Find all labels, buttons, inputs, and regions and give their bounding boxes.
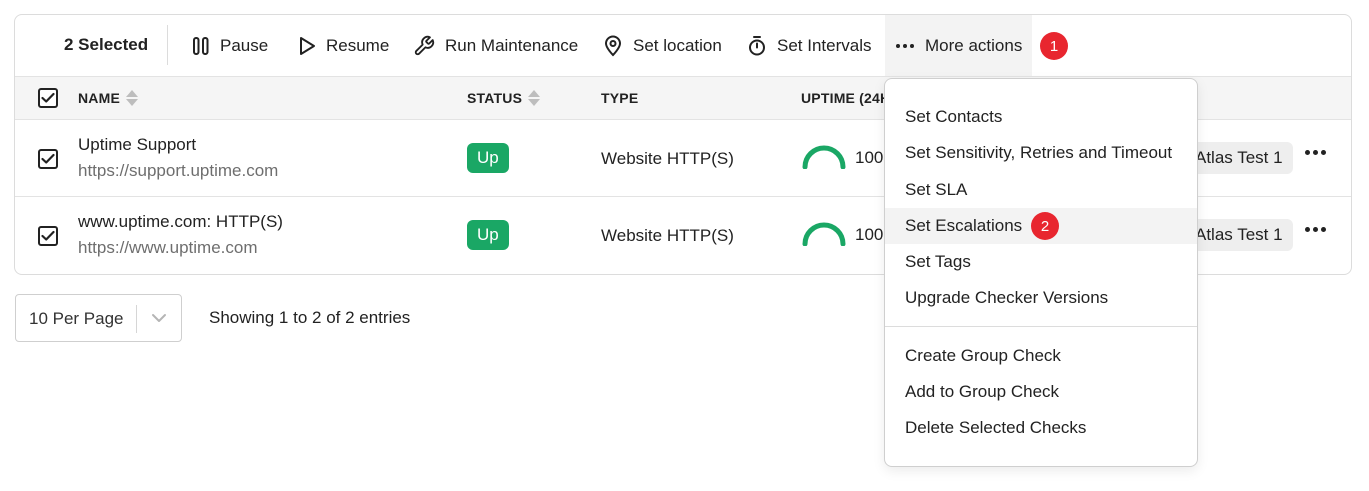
- check-name[interactable]: www.uptime.com: HTTP(S): [78, 212, 283, 232]
- column-header-uptime: UPTIME (24H): [801, 77, 895, 119]
- resume-button[interactable]: Resume: [298, 15, 389, 76]
- checkmark-icon: [41, 92, 55, 103]
- per-page-select[interactable]: 10 Per Page: [15, 294, 182, 342]
- menu-item-add-to-group-check[interactable]: Add to Group Check: [885, 374, 1197, 410]
- uptime-gauge-icon: [802, 145, 846, 169]
- stopwatch-icon: [749, 35, 765, 55]
- wrench-icon: [414, 35, 435, 55]
- status-badge: Up: [467, 143, 509, 173]
- menu-item-set-sla[interactable]: Set SLA: [885, 172, 1197, 208]
- row-checkbox[interactable]: [38, 149, 58, 169]
- menu-item-set-sensitivity[interactable]: Set Sensitivity, Retries and Timeout: [885, 135, 1197, 171]
- select-divider: [136, 305, 137, 333]
- row-actions-menu-icon[interactable]: [1305, 227, 1326, 232]
- uptime-gauge-icon: [802, 222, 846, 246]
- check-type: Website HTTP(S): [601, 149, 734, 168]
- select-all-checkbox[interactable]: [38, 88, 58, 108]
- check-name-cell[interactable]: Uptime Support https://support.uptime.co…: [78, 135, 278, 181]
- resume-label: Resume: [326, 35, 390, 55]
- more-actions-dropdown: Set Contacts Set Sensitivity, Retries an…: [884, 78, 1198, 467]
- entries-info: Showing 1 to 2 of 2 entries: [209, 308, 411, 327]
- pause-icon: [193, 36, 209, 55]
- column-header-type: TYPE: [601, 77, 638, 119]
- column-header-uptime-label: UPTIME (24H): [801, 90, 896, 106]
- more-actions-label: More actions: [925, 35, 1023, 55]
- step-badge-2: 2: [1031, 212, 1059, 240]
- check-url: https://www.uptime.com: [78, 238, 258, 257]
- status-badge: Up: [467, 220, 509, 250]
- menu-item-set-contacts[interactable]: Set Contacts: [885, 99, 1197, 135]
- menu-item-create-group-check[interactable]: Create Group Check: [885, 338, 1197, 374]
- chevron-down-icon: [152, 314, 166, 322]
- column-header-type-label: TYPE: [601, 90, 639, 106]
- run-maintenance-button[interactable]: Run Maintenance: [413, 15, 578, 76]
- selected-count: 2 Selected: [64, 35, 149, 54]
- column-header-status[interactable]: STATUS: [467, 77, 541, 119]
- bulk-actions-toolbar: 2 Selected Pause Resume Run Maintenance: [15, 15, 1351, 76]
- check-name-cell[interactable]: www.uptime.com: HTTP(S) https://www.upti…: [78, 212, 283, 258]
- sort-icon: [126, 90, 139, 106]
- set-location-label: Set location: [633, 35, 722, 55]
- pause-label: Pause: [220, 35, 269, 55]
- pause-button[interactable]: Pause: [192, 15, 268, 76]
- step-badge-1: 1: [1040, 32, 1068, 60]
- set-intervals-label: Set Intervals: [777, 35, 872, 55]
- check-type: Website HTTP(S): [601, 226, 734, 245]
- menu-item-delete-selected-checks[interactable]: Delete Selected Checks: [885, 410, 1197, 446]
- checkmark-icon: [41, 153, 55, 164]
- more-actions-button[interactable]: More actions: [885, 15, 1033, 76]
- play-icon: [300, 36, 315, 55]
- menu-divider: [885, 326, 1197, 327]
- row-actions-menu-icon[interactable]: [1305, 150, 1326, 155]
- column-header-name[interactable]: NAME: [78, 77, 139, 119]
- toolbar-divider: [167, 25, 168, 65]
- column-header-status-label: STATUS: [467, 90, 523, 106]
- check-name[interactable]: Uptime Support: [78, 135, 278, 155]
- more-dots-icon: [896, 43, 914, 48]
- sort-icon: [528, 90, 541, 106]
- menu-item-set-tags[interactable]: Set Tags: [885, 244, 1197, 280]
- set-intervals-button[interactable]: Set Intervals: [747, 15, 872, 76]
- row-checkbox[interactable]: [38, 226, 58, 246]
- set-location-button[interactable]: Set location: [603, 15, 722, 76]
- per-page-value: 10 Per Page: [29, 309, 124, 328]
- column-header-name-label: NAME: [78, 90, 121, 106]
- check-url: https://support.uptime.com: [78, 161, 279, 180]
- location-pin-icon: [604, 35, 622, 56]
- menu-item-upgrade-checker-versions[interactable]: Upgrade Checker Versions: [885, 280, 1197, 316]
- run-maintenance-label: Run Maintenance: [445, 35, 579, 55]
- checkmark-icon: [41, 230, 55, 241]
